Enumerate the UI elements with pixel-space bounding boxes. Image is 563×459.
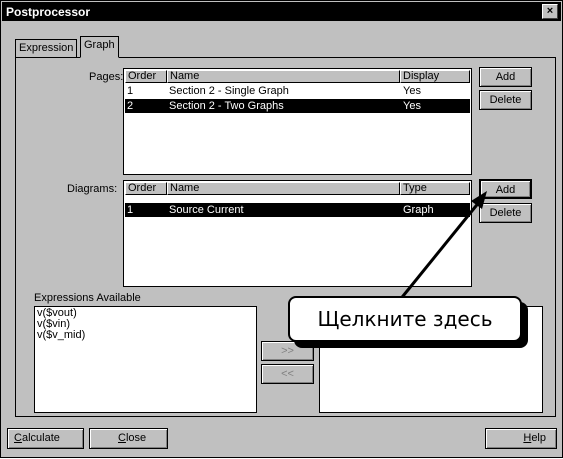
postprocessor-window: Postprocessor × Expression Graph Pages: … <box>0 0 563 458</box>
arrow-head <box>471 191 487 209</box>
arrow-line <box>397 200 482 302</box>
callout-box: Щелкните здесь <box>288 296 522 342</box>
pointer-arrow <box>397 191 487 302</box>
